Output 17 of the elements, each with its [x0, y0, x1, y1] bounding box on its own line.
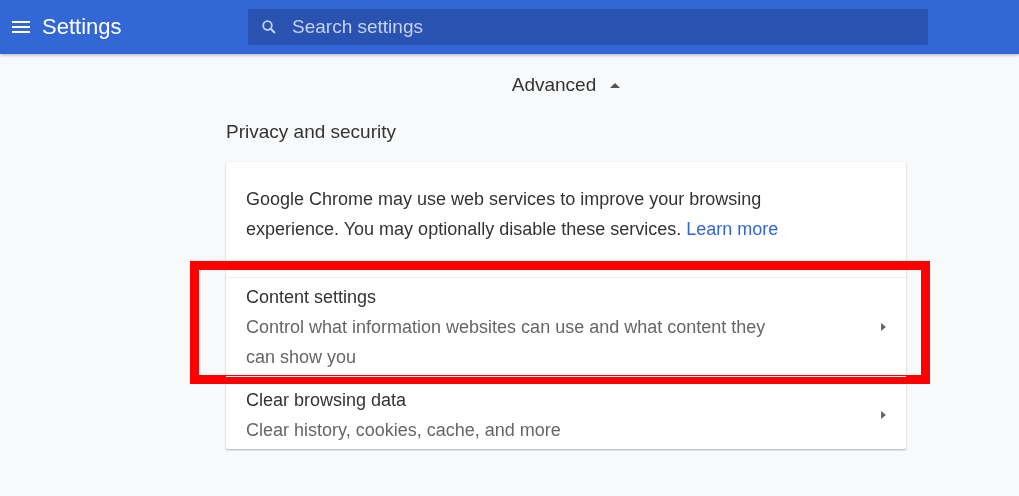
learn-more-link[interactable]: Learn more	[686, 219, 779, 239]
section-title: Privacy and security	[226, 121, 397, 143]
search-icon	[262, 20, 276, 34]
advanced-toggle[interactable]: Advanced	[499, 74, 633, 96]
page-title: Settings	[42, 14, 122, 40]
arrow-icon	[881, 323, 886, 331]
intro-text: Google Chrome may use web services to improve your browsing experience. You may optionally disable these services. Learn more	[226, 162, 906, 278]
row-description: Clear history, cookies, cache, and more	[246, 419, 562, 442]
caret-icon	[610, 82, 621, 88]
row-description: Control what information websites can use and what content they can show you	[246, 316, 767, 369]
menu-icon[interactable]	[12, 21, 30, 33]
settings-row[interactable]: Clear browsing data Clear history, cookies, cache, and more	[226, 376, 906, 449]
settings-row[interactable]: Content settings Control what information websites can use and what content they can show you	[226, 278, 906, 376]
arrow-icon	[881, 411, 886, 419]
row-title: Content settings	[246, 286, 378, 309]
search-field[interactable]: Search settings	[248, 9, 928, 45]
row-title: Clear browsing data	[246, 389, 408, 412]
